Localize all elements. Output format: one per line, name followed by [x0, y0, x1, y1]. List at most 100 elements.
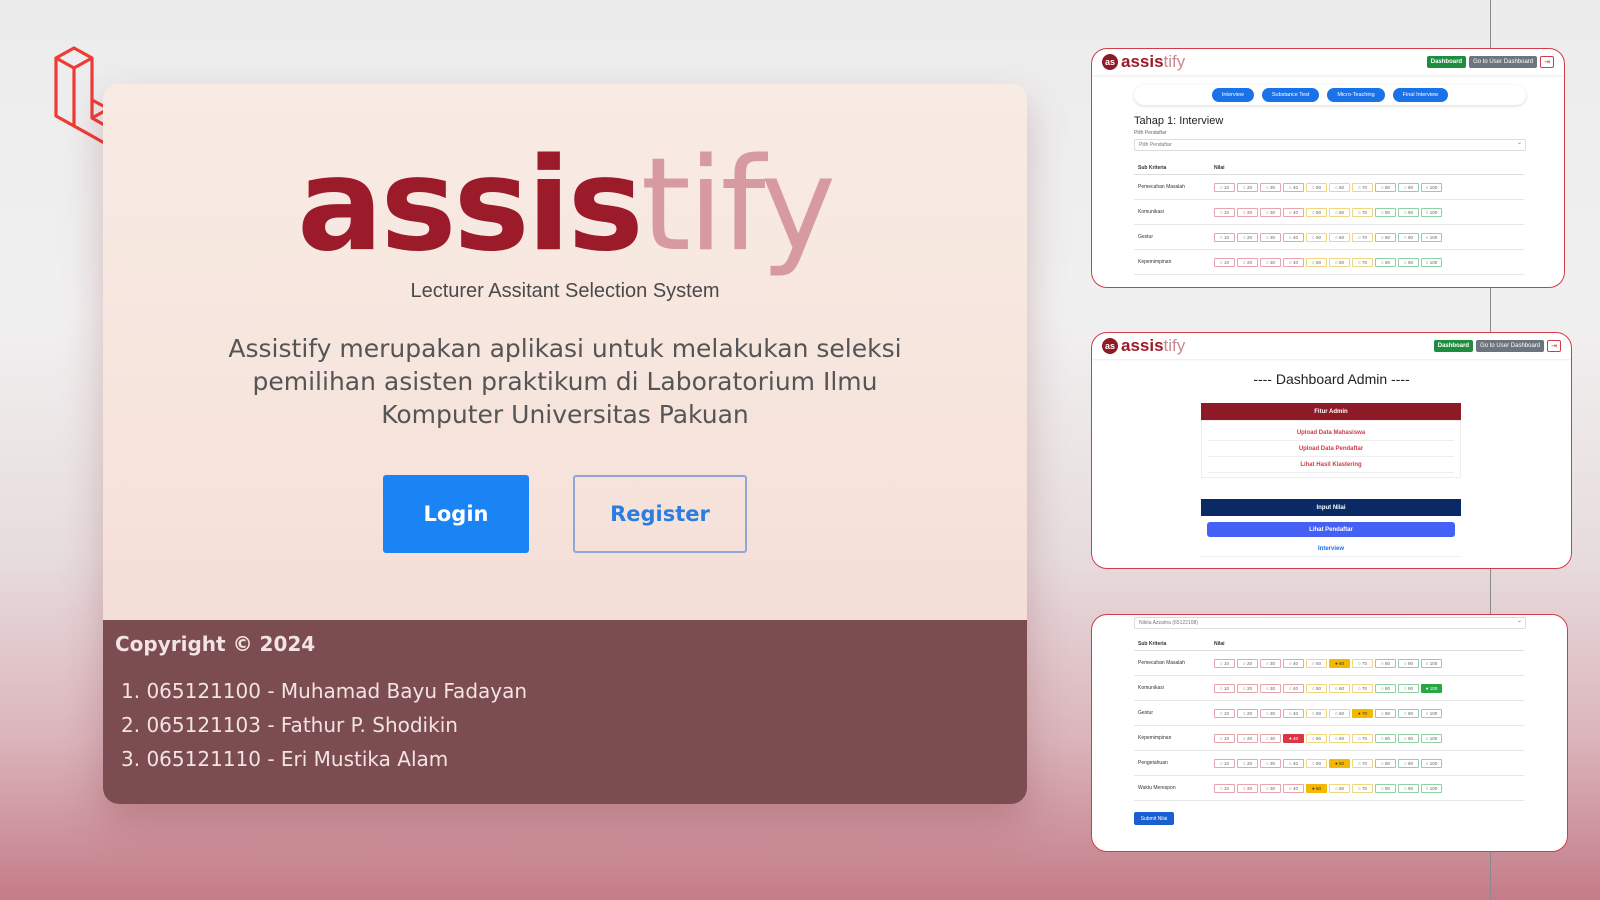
score-radio[interactable]: ○ 60 — [1329, 733, 1350, 743]
score-radio[interactable]: ○ 90 — [1398, 783, 1419, 793]
score-radio[interactable]: ○ 40 — [1283, 257, 1304, 267]
score-radio[interactable]: ○ 80 — [1375, 683, 1396, 693]
score-radio[interactable]: ○ 100 — [1421, 658, 1442, 668]
score-radio[interactable]: ○ 60 — [1329, 683, 1350, 693]
score-radio[interactable]: ○ 50 — [1306, 733, 1327, 743]
score-radio[interactable]: ○ 60 — [1329, 783, 1350, 793]
dashboard-button[interactable]: Dashboard — [1433, 340, 1474, 352]
applicant-select[interactable]: Nikita Azzahra (65122108) — [1134, 617, 1526, 629]
score-radio[interactable]: ○ 80 — [1375, 783, 1396, 793]
score-radio[interactable]: ○ 50 — [1306, 182, 1327, 192]
score-radio[interactable]: ○ 30 — [1260, 708, 1281, 718]
score-radio[interactable]: ○ 90 — [1398, 232, 1419, 242]
score-radio[interactable]: ○ 80 — [1375, 257, 1396, 267]
mini-brand[interactable]: as assis tify — [1102, 336, 1185, 356]
score-radio[interactable]: ○ 60 — [1329, 207, 1350, 217]
score-radio[interactable]: ○ 90 — [1398, 207, 1419, 217]
applicant-select[interactable]: Pilih Pendaftar — [1134, 139, 1526, 151]
register-button[interactable]: Register — [573, 475, 747, 553]
score-radio[interactable]: ○ 90 — [1398, 708, 1419, 718]
score-radio[interactable]: ○ 100 — [1421, 232, 1442, 242]
score-radio[interactable]: ○ 100 — [1421, 207, 1442, 217]
score-radio[interactable]: ○ 40 — [1283, 683, 1304, 693]
score-radio[interactable]: ○ 100 — [1421, 708, 1442, 718]
mini-brand[interactable]: as assis tify — [1102, 52, 1185, 72]
score-radio[interactable]: ○ 80 — [1375, 733, 1396, 743]
tab-final-interview[interactable]: Final Interview — [1392, 88, 1449, 102]
score-radio[interactable]: ○ 30 — [1260, 783, 1281, 793]
score-radio[interactable]: ○ 10 — [1214, 683, 1235, 693]
score-radio[interactable]: ○ 70 — [1352, 733, 1373, 743]
score-radio[interactable]: ○ 90 — [1398, 733, 1419, 743]
score-radio[interactable]: ○ 10 — [1214, 232, 1235, 242]
score-radio[interactable]: ○ 70 — [1352, 783, 1373, 793]
score-radio[interactable]: ○ 30 — [1260, 207, 1281, 217]
score-radio[interactable]: ● 100 — [1421, 683, 1442, 693]
score-radio[interactable]: ○ 90 — [1398, 257, 1419, 267]
score-radio[interactable]: ○ 40 — [1283, 207, 1304, 217]
score-radio[interactable]: ○ 70 — [1352, 232, 1373, 242]
score-radio[interactable]: ○ 50 — [1306, 683, 1327, 693]
logout-icon[interactable]: ⇥ — [1540, 56, 1554, 68]
score-radio[interactable]: ○ 60 — [1329, 257, 1350, 267]
dashboard-button[interactable]: Dashboard — [1426, 56, 1467, 68]
score-radio[interactable]: ○ 100 — [1421, 733, 1442, 743]
upload-mahasiswa-link[interactable]: Upload Data Mahasiswa — [1208, 425, 1454, 441]
score-radio[interactable]: ● 40 — [1283, 733, 1304, 743]
score-radio[interactable]: ○ 90 — [1398, 683, 1419, 693]
score-radio[interactable]: ○ 80 — [1375, 207, 1396, 217]
hasil-klastering-link[interactable]: Lihat Hasil Klastering — [1208, 457, 1454, 473]
score-radio[interactable]: ○ 20 — [1237, 182, 1258, 192]
score-radio[interactable]: ○ 50 — [1306, 658, 1327, 668]
score-radio[interactable]: ○ 40 — [1283, 783, 1304, 793]
score-radio[interactable]: ○ 100 — [1421, 783, 1442, 793]
score-radio[interactable]: ○ 20 — [1237, 207, 1258, 217]
score-radio[interactable]: ○ 70 — [1352, 683, 1373, 693]
score-radio[interactable]: ○ 100 — [1421, 758, 1442, 768]
score-radio[interactable]: ○ 60 — [1329, 708, 1350, 718]
score-radio[interactable]: ● 60 — [1329, 758, 1350, 768]
score-radio[interactable]: ○ 40 — [1283, 658, 1304, 668]
score-radio[interactable]: ○ 40 — [1283, 182, 1304, 192]
score-radio[interactable]: ○ 30 — [1260, 758, 1281, 768]
score-radio[interactable]: ○ 80 — [1375, 182, 1396, 192]
score-radio[interactable]: ○ 10 — [1214, 758, 1235, 768]
score-radio[interactable]: ○ 10 — [1214, 182, 1235, 192]
score-radio[interactable]: ● 50 — [1306, 783, 1327, 793]
logout-icon[interactable]: ⇥ — [1547, 340, 1561, 352]
user-dashboard-button[interactable]: Go to User Dashboard — [1476, 340, 1545, 352]
score-radio[interactable]: ○ 70 — [1352, 658, 1373, 668]
score-radio[interactable]: ○ 20 — [1237, 733, 1258, 743]
score-radio[interactable]: ○ 30 — [1260, 683, 1281, 693]
score-radio[interactable]: ○ 30 — [1260, 257, 1281, 267]
score-radio[interactable]: ○ 10 — [1214, 733, 1235, 743]
score-radio[interactable]: ○ 20 — [1237, 783, 1258, 793]
score-radio[interactable]: ○ 30 — [1260, 733, 1281, 743]
score-radio[interactable]: ○ 80 — [1375, 658, 1396, 668]
score-radio[interactable]: ○ 20 — [1237, 683, 1258, 693]
score-radio[interactable]: ○ 70 — [1352, 182, 1373, 192]
score-radio[interactable]: ○ 20 — [1237, 257, 1258, 267]
score-radio[interactable]: ○ 40 — [1283, 232, 1304, 242]
score-radio[interactable]: ● 70 — [1352, 708, 1373, 718]
score-radio[interactable]: ○ 70 — [1352, 758, 1373, 768]
score-radio[interactable]: ○ 60 — [1329, 182, 1350, 192]
score-radio[interactable]: ○ 100 — [1421, 257, 1442, 267]
score-radio[interactable]: ○ 50 — [1306, 207, 1327, 217]
tab-substance-test[interactable]: Substance Test — [1261, 88, 1320, 102]
score-radio[interactable]: ○ 30 — [1260, 182, 1281, 192]
lihat-pendaftar-button[interactable]: Lihat Pendaftar — [1207, 522, 1455, 537]
score-radio[interactable]: ○ 10 — [1214, 783, 1235, 793]
score-radio[interactable]: ○ 20 — [1237, 658, 1258, 668]
score-radio[interactable]: ○ 20 — [1237, 232, 1258, 242]
interview-link[interactable]: Interview — [1201, 541, 1461, 557]
user-dashboard-button[interactable]: Go to User Dashboard — [1469, 56, 1538, 68]
login-button[interactable]: Login — [383, 475, 529, 553]
score-radio[interactable]: ○ 50 — [1306, 232, 1327, 242]
score-radio[interactable]: ○ 60 — [1329, 232, 1350, 242]
score-radio[interactable]: ○ 50 — [1306, 758, 1327, 768]
score-radio[interactable]: ○ 70 — [1352, 207, 1373, 217]
score-radio[interactable]: ○ 50 — [1306, 708, 1327, 718]
score-radio[interactable]: ○ 10 — [1214, 658, 1235, 668]
score-radio[interactable]: ○ 90 — [1398, 658, 1419, 668]
